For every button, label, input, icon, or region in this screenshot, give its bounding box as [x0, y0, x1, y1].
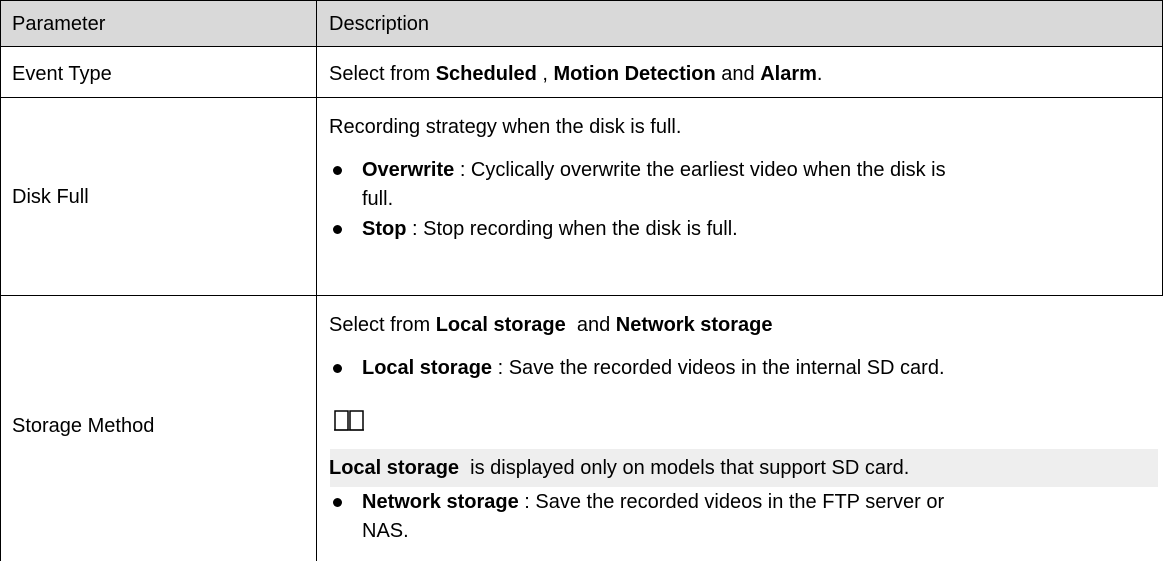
- table-border-right: [1162, 0, 1163, 296]
- list-item: Stop : Stop recording when the disk is f…: [362, 216, 738, 242]
- desc-term: Network storage: [362, 491, 519, 513]
- table-header-row: [0, 0, 1163, 46]
- desc-term: Alarm: [760, 63, 817, 85]
- table-border-left: [0, 0, 1, 561]
- header-parameter: Parameter: [12, 13, 106, 35]
- header-description: Description: [329, 13, 430, 35]
- desc-term: Motion Detection: [553, 63, 716, 85]
- list-item-continuation: NAS.: [362, 520, 409, 542]
- desc-text: is displayed only on models that support…: [459, 457, 910, 479]
- bullet-icon: [333, 364, 342, 373]
- desc-text: : Stop recording when the disk is full.: [406, 218, 738, 240]
- desc-term: Local storage: [362, 357, 493, 379]
- row-divider: [0, 97, 1163, 98]
- desc-term: Network storage: [615, 314, 773, 336]
- desc-term: Overwrite: [362, 159, 455, 181]
- desc-term: Stop: [362, 218, 407, 240]
- parameter-table: Parameter Description Event Type Select …: [0, 0, 1163, 561]
- row-description-event-type: Select from Scheduled , Motion Detection…: [329, 61, 822, 87]
- row-parameter-storage-method: Storage Method: [12, 415, 155, 437]
- desc-text: and: [565, 314, 616, 336]
- list-item: Local storage : Save the recorded videos…: [362, 355, 945, 381]
- row-divider: [0, 295, 1163, 296]
- desc-text: .: [816, 63, 823, 85]
- desc-term: Local storage: [329, 457, 460, 479]
- desc-term: Local storage: [435, 314, 566, 336]
- row-parameter-disk-full: Disk Full: [12, 186, 89, 208]
- desc-term: Scheduled: [435, 63, 537, 85]
- row-divider: [0, 46, 1163, 47]
- bullet-icon: [333, 166, 342, 175]
- row-description-intro: Recording strategy when the disk is full…: [329, 116, 682, 138]
- desc-text: ,: [536, 63, 554, 85]
- desc-text: and: [715, 63, 761, 85]
- desc-text: : Save the recorded videos in the FTP se…: [518, 491, 945, 513]
- list-item: Overwrite : Cyclically overwrite the ear…: [362, 157, 946, 183]
- book-icon: [334, 410, 364, 431]
- bullet-icon: [333, 498, 342, 507]
- column-divider: [316, 0, 317, 561]
- row-description-intro: Select from Local storage and Network st…: [329, 312, 773, 338]
- desc-text: : Cyclically overwrite the earliest vide…: [454, 159, 946, 181]
- desc-text: Select from: [329, 314, 436, 336]
- list-item-continuation: full.: [362, 188, 394, 210]
- bullet-icon: [333, 225, 342, 234]
- table-border-top: [0, 0, 1163, 1]
- list-item: Network storage : Save the recorded vide…: [362, 489, 944, 515]
- desc-text: : Save the recorded videos in the intern…: [492, 357, 945, 379]
- desc-text: Select from: [329, 63, 436, 85]
- note-text: Local storage is displayed only on model…: [329, 455, 909, 481]
- row-parameter-event-type: Event Type: [12, 63, 112, 85]
